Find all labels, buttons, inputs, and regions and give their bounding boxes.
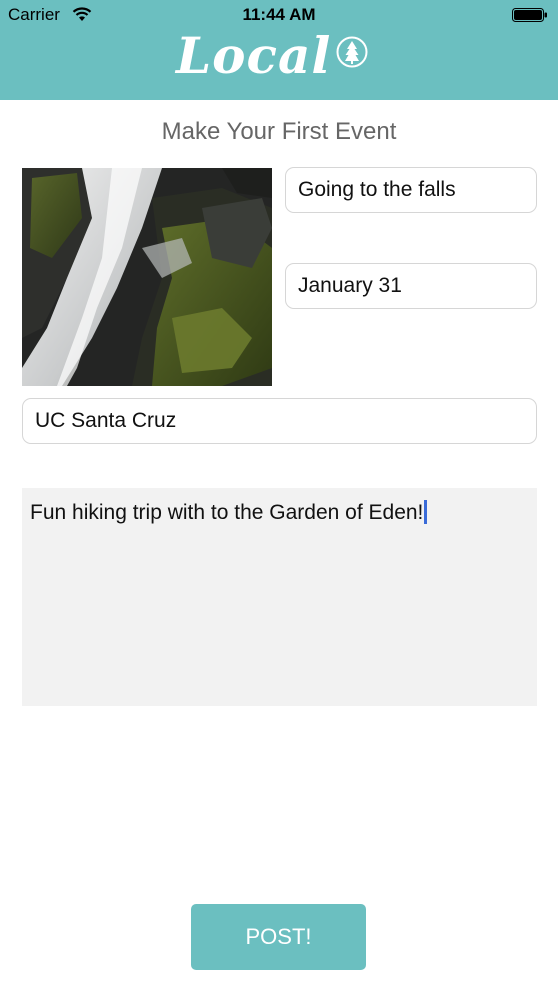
- app-logo: Local: [176, 26, 332, 85]
- event-location-field[interactable]: [22, 398, 537, 444]
- pine-tree-icon: [336, 36, 368, 68]
- description-text: Fun hiking trip with to the Garden of Ed…: [30, 501, 424, 524]
- event-description-textarea[interactable]: Fun hiking trip with to the Garden of Ed…: [22, 488, 537, 706]
- page-title: Make Your First Event: [161, 118, 397, 145]
- battery-icon: [512, 8, 547, 22]
- event-name-field[interactable]: [285, 167, 537, 213]
- post-button[interactable]: POST!: [191, 904, 366, 970]
- text-cursor: [424, 500, 428, 524]
- waterfall-photo: [22, 168, 272, 386]
- status-time: 11:44 AM: [242, 5, 316, 24]
- event-date-field[interactable]: [285, 263, 537, 309]
- app-header: Carrier 11:44 AM Local: [0, 0, 558, 100]
- event-photo[interactable]: [22, 168, 272, 386]
